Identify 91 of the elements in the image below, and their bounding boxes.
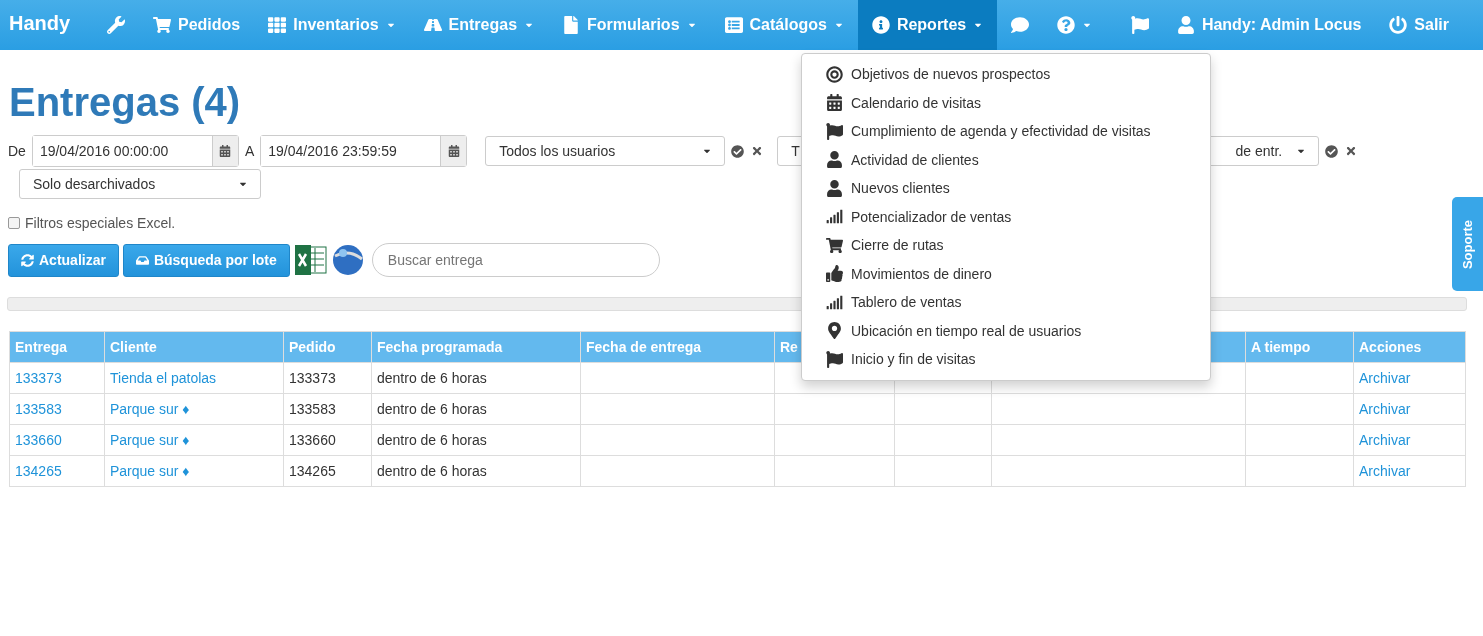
support-tab[interactable]: Soporte (1452, 197, 1483, 291)
target-icon (826, 65, 843, 83)
nav-menu-item[interactable]: Catálogos (710, 0, 858, 50)
nav-menu-item[interactable]: Formularios (548, 0, 711, 50)
filter-select[interactable]: Todos los usuarios (485, 136, 726, 166)
table-cell: 133583 (283, 393, 372, 425)
menu-item[interactable]: Cumplimiento de agenda y efectividad de visitas (802, 117, 1210, 146)
nav-menu-item[interactable]: Handy: Admin Locus (1162, 0, 1376, 50)
signal-bars-icon (826, 208, 843, 226)
user-icon (826, 179, 843, 197)
grid-icon (268, 16, 287, 34)
calendar-icon[interactable] (219, 145, 232, 157)
menu-item[interactable]: Potencializador de ventas (802, 202, 1210, 231)
map-pin-icon (826, 322, 843, 340)
column-header: A tiempo (1245, 331, 1354, 363)
refresh-icon (21, 253, 34, 267)
toolbar-button[interactable]: Búsqueda por lote (122, 243, 290, 277)
table-cell: dentro de 6 horas (371, 455, 581, 487)
flag-icon (826, 350, 843, 368)
thumbs-up-icon (826, 265, 843, 283)
table-cell: 133373 (283, 362, 372, 394)
menu-item[interactable]: Movimientos de dinero (802, 259, 1210, 288)
checkbox[interactable] (8, 217, 20, 229)
nav-menu-item[interactable]: Pedidos (139, 0, 255, 50)
check-icon[interactable] (731, 144, 745, 158)
calendar-icon (826, 94, 843, 112)
menu-item[interactable]: Tablero de ventas (802, 288, 1210, 317)
cart-icon (826, 236, 843, 254)
close-icon[interactable] (1345, 145, 1358, 157)
road-icon (423, 16, 442, 34)
table-cell: 133660 (283, 424, 372, 456)
column-header: Entrega (9, 331, 105, 363)
page-title: Entregas (4) (9, 80, 241, 125)
speech-bubble-icon (1011, 16, 1030, 34)
from-label: De (8, 143, 26, 159)
client-link[interactable]: Parque sur ♦ (104, 393, 284, 425)
menu-item[interactable]: Actividad de clientes (802, 145, 1210, 174)
check-icon[interactable] (1325, 144, 1339, 158)
client-link[interactable]: Parque sur ♦ (104, 424, 284, 456)
column-header: Pedido (283, 331, 372, 363)
column-header: Cliente (104, 331, 284, 363)
column-header: Fecha programada (371, 331, 581, 363)
archive-link[interactable]: Archivar (1353, 362, 1466, 394)
checkbox-label: Filtros especiales Excel. (25, 215, 176, 231)
info-icon (871, 16, 890, 34)
list-icon (724, 16, 743, 34)
inbox-icon (135, 253, 149, 267)
menu-item[interactable]: Calendario de visitas (802, 88, 1210, 117)
toolbar-button[interactable]: Actualizar (8, 243, 119, 277)
client-link[interactable]: Tienda el patolas (104, 362, 284, 394)
spreadsheet-icon[interactable] (293, 244, 328, 276)
menu-item[interactable]: Cierre de rutas (802, 231, 1210, 260)
menu-item[interactable]: Nuevos clientes (802, 174, 1210, 203)
signal-bars-icon (826, 293, 843, 311)
delivery-link[interactable]: 134265 (9, 455, 105, 487)
file-icon (562, 16, 581, 34)
calendar-icon[interactable] (447, 145, 460, 157)
nav-menu-item[interactable]: Entregas (409, 0, 549, 50)
nav-menu-item[interactable]: Salir (1375, 0, 1463, 50)
user-icon (826, 151, 843, 169)
archive-select[interactable]: Solo desarchivados (19, 169, 261, 199)
column-header: Fecha de entrega (580, 331, 775, 363)
table-cell: dentro de 6 horas (371, 362, 581, 394)
menu-item[interactable]: Objetivos de nuevos prospectos (802, 60, 1210, 89)
brand-logo[interactable]: Handy (0, 0, 93, 50)
nav-menu-item[interactable]: Inventarios (254, 0, 410, 50)
delivery-link[interactable]: 133373 (9, 362, 105, 394)
wrench-icon (107, 16, 125, 34)
from-date-field[interactable]: 19/04/2016 00:00:00 (31, 135, 239, 167)
search-field[interactable]: Buscar entrega (371, 243, 660, 277)
globe-icon[interactable] (331, 244, 364, 276)
column-header: Acciones (1353, 331, 1466, 363)
flag-icon (826, 122, 843, 140)
nav-menu-item[interactable]: Reportes (857, 0, 998, 50)
help-icon (1057, 16, 1076, 34)
to-label: A (244, 143, 255, 159)
table-cell: dentro de 6 horas (371, 393, 581, 425)
to-date-field[interactable]: 19/04/2016 23:59:59 (260, 135, 468, 167)
archive-link[interactable]: Archivar (1353, 393, 1466, 425)
table-cell: 134265 (283, 455, 372, 487)
delivery-link[interactable]: 133583 (9, 393, 105, 425)
close-icon[interactable] (751, 145, 764, 157)
delivery-link[interactable]: 133660 (9, 424, 105, 456)
cart-icon (153, 16, 171, 34)
client-link[interactable]: Parque sur ♦ (104, 455, 284, 487)
power-icon (1389, 16, 1408, 34)
archive-link[interactable]: Archivar (1353, 424, 1466, 456)
user-icon (1176, 16, 1195, 34)
table-cell: dentro de 6 horas (371, 424, 581, 456)
flag-icon (1130, 16, 1149, 34)
archive-link[interactable]: Archivar (1353, 455, 1466, 487)
